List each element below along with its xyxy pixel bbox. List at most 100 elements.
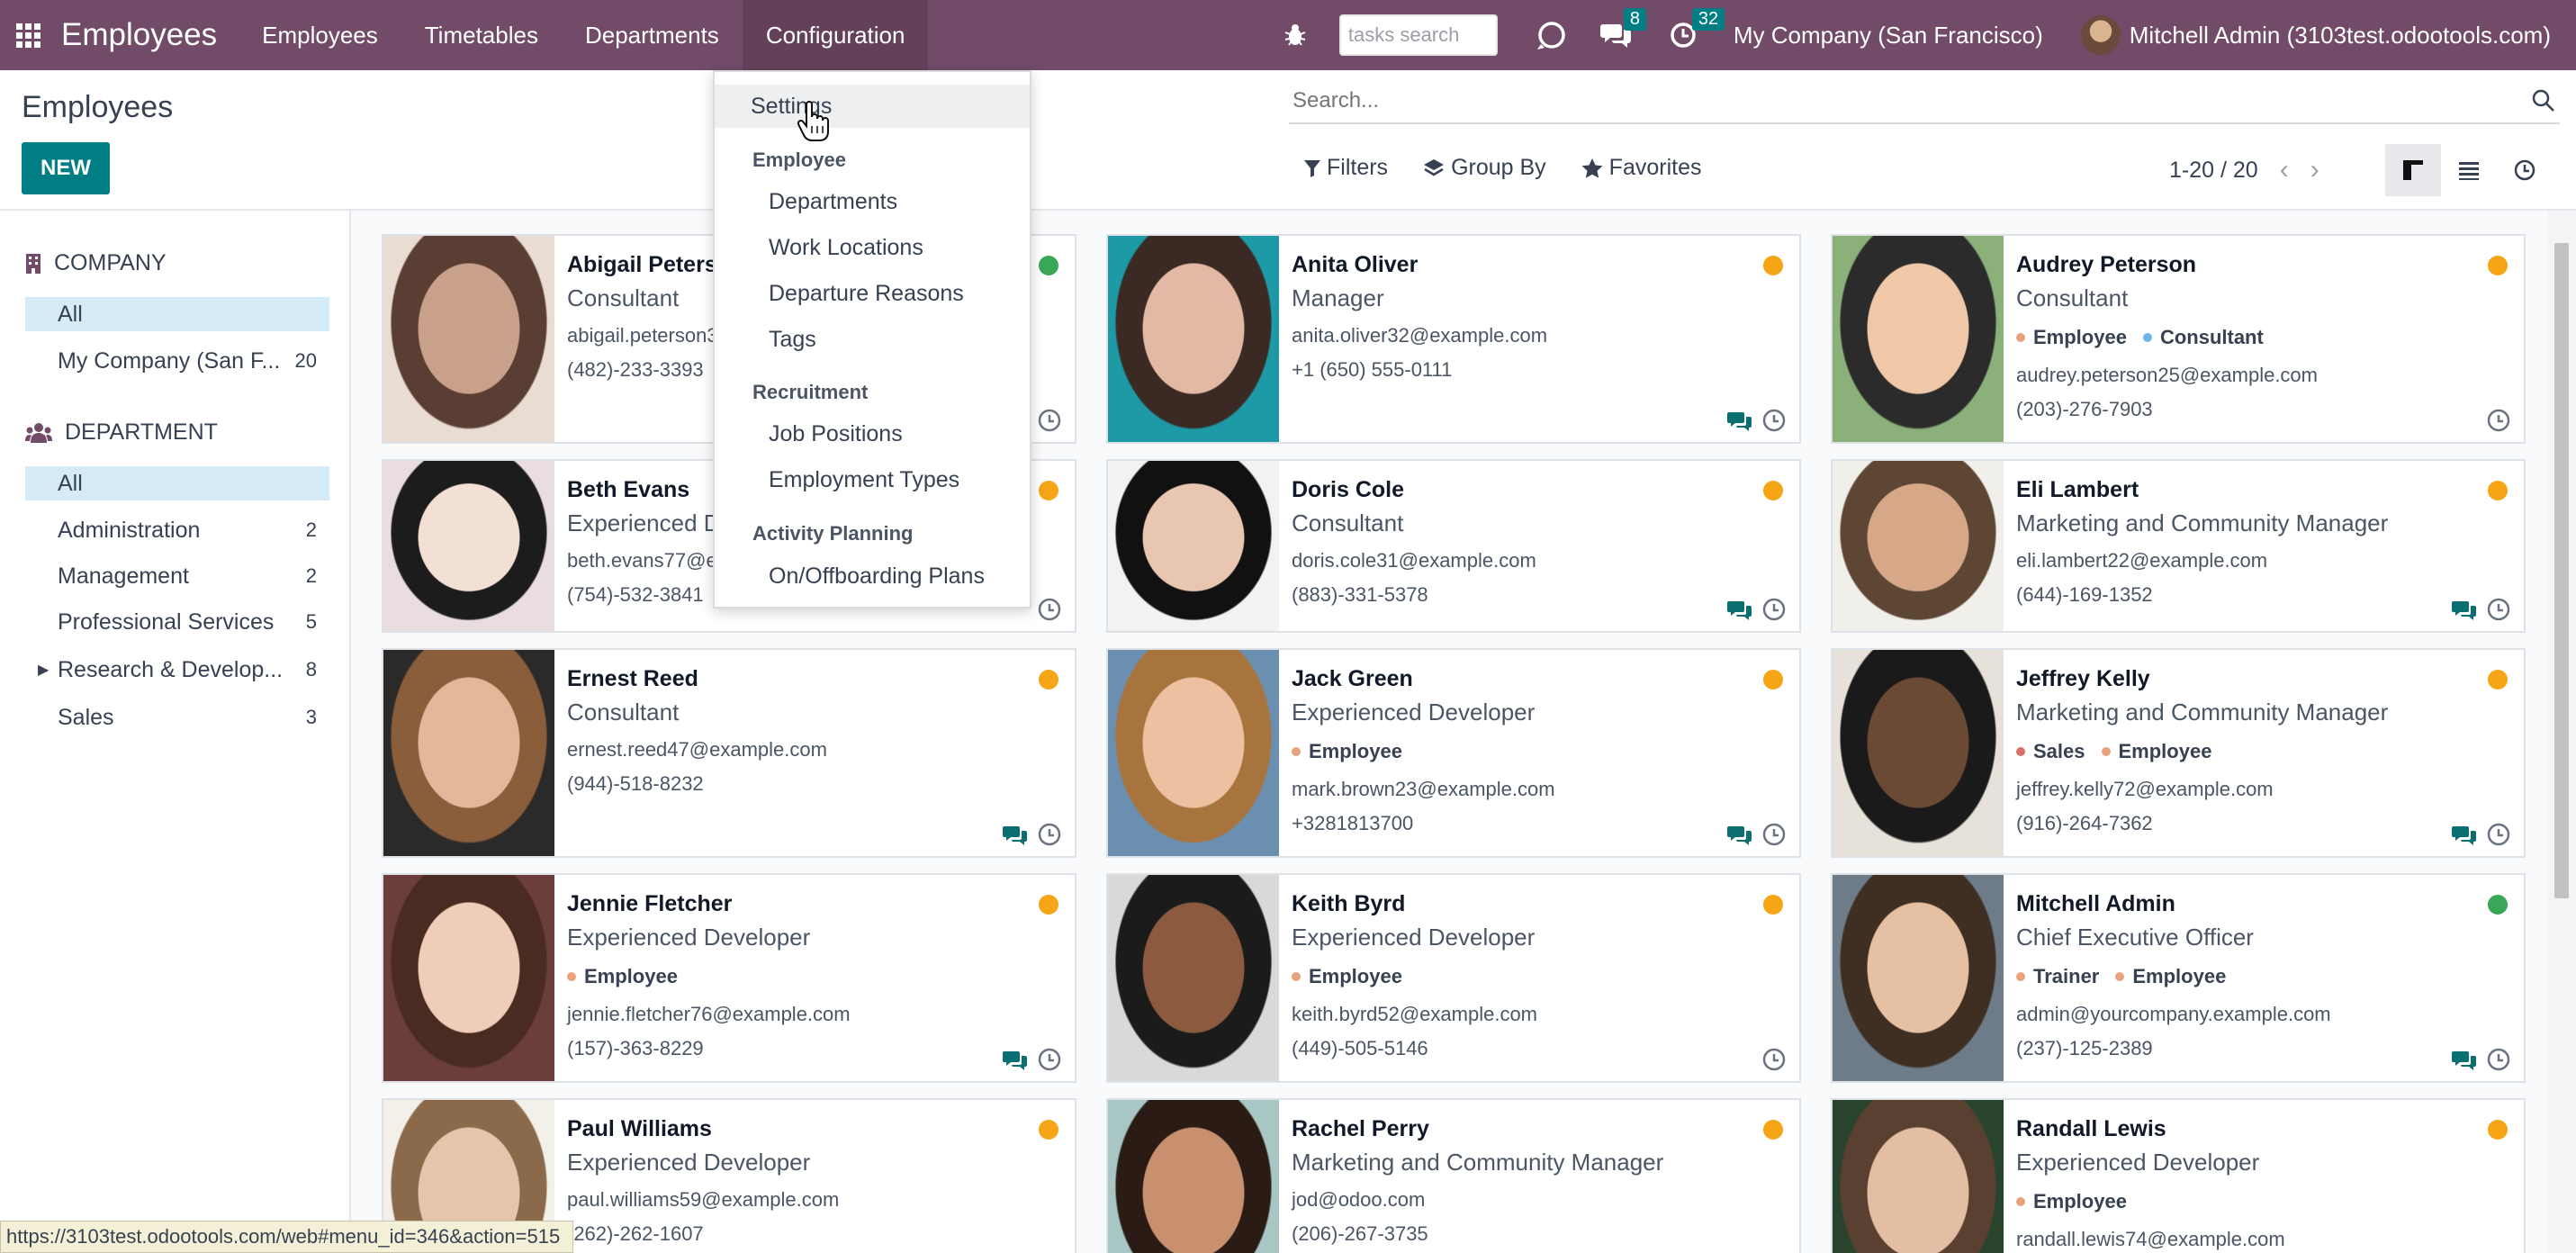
menu-item-job-positions[interactable]: Job Positions: [715, 412, 1030, 455]
presence-status-dot: [1039, 481, 1058, 500]
chat-icon[interactable]: [1003, 1049, 1028, 1072]
chat-icon[interactable]: [2452, 1049, 2477, 1072]
employee-card[interactable]: Mitchell Admin Chief Executive Officer Tra…: [1831, 873, 2526, 1083]
employee-card[interactable]: Jennie Fletcher Experienced Developer Empl…: [382, 873, 1076, 1083]
debug-bug-icon[interactable]: [1282, 22, 1309, 49]
employee-card[interactable]: Keith Byrd Experienced Developer Employee k…: [1106, 873, 1801, 1083]
scrollbar-thumb[interactable]: [2554, 243, 2569, 898]
chat-icon[interactable]: [1727, 824, 1752, 847]
employee-photo[interactable]: [383, 461, 554, 631]
department-filter-sales[interactable]: Sales 3: [25, 700, 329, 735]
employee-photo[interactable]: [383, 875, 554, 1081]
employee-photo[interactable]: [1833, 236, 2004, 442]
tasks-search-input[interactable]: tasks search: [1338, 14, 1498, 56]
employee-photo[interactable]: [1833, 650, 2004, 856]
department-filter-professional-services[interactable]: Professional Services 5: [25, 605, 329, 639]
new-button[interactable]: NEW: [22, 142, 110, 194]
employee-photo[interactable]: [1108, 650, 1279, 856]
employee-photo[interactable]: [1108, 461, 1279, 631]
kanban-view-button[interactable]: [2385, 144, 2441, 196]
activity-clock-icon[interactable]: [1761, 597, 1787, 622]
chat-icon[interactable]: [1727, 599, 1752, 622]
employee-card[interactable]: Doris Cole Consultant doris.cole31@example…: [1106, 459, 1801, 633]
employee-tag: Employee: [1292, 965, 1402, 988]
tag-label: Employee: [2033, 1190, 2127, 1212]
voip-sync-icon[interactable]: [1534, 17, 1570, 53]
menu-item-work-locations[interactable]: Work Locations: [715, 226, 1030, 269]
department-filter-research-development[interactable]: ▶ Research & Develop... 8: [25, 653, 329, 687]
activity-clock-icon[interactable]: [2486, 408, 2511, 433]
employee-photo[interactable]: [1833, 461, 2004, 631]
company-filter-my-company[interactable]: My Company (San F... 20: [25, 344, 329, 378]
user-menu[interactable]: Mitchell Admin (3103test.odootools.com): [2130, 22, 2551, 50]
company-filter-all[interactable]: All: [25, 297, 329, 331]
chat-icon[interactable]: [1727, 410, 1752, 433]
clock-icon: [2514, 159, 2535, 181]
apps-menu-icon[interactable]: [2, 0, 54, 70]
department-filter-all[interactable]: All: [25, 466, 329, 500]
group-by-button[interactable]: Group By: [1422, 155, 1546, 181]
department-filter-count: 5: [305, 610, 317, 633]
menu-item-tags[interactable]: Tags: [715, 318, 1030, 361]
app-brand[interactable]: Employees: [61, 17, 217, 53]
employee-card[interactable]: Audrey Peterson Consultant Employee Consult…: [1831, 234, 2526, 444]
search-input[interactable]: [1289, 88, 2531, 113]
menu-item-onoffboarding-plans[interactable]: On/Offboarding Plans: [715, 554, 1030, 598]
employee-photo[interactable]: [1108, 236, 1279, 442]
menu-departments[interactable]: Departments: [562, 0, 743, 70]
department-filter-count: 3: [305, 706, 317, 728]
search-icon[interactable]: [2531, 88, 2556, 113]
employee-photo[interactable]: [383, 236, 554, 442]
activity-clock-icon[interactable]: [2486, 597, 2511, 622]
menu-item-settings[interactable]: Settings: [715, 85, 1030, 128]
employee-card[interactable]: Jeffrey Kelly Marketing and Community Man…: [1831, 648, 2526, 858]
activity-clock-icon[interactable]: [1037, 822, 1062, 847]
list-view-button[interactable]: [2441, 144, 2497, 196]
employee-photo[interactable]: [1833, 875, 2004, 1081]
employee-photo[interactable]: [1108, 875, 1279, 1081]
employee-card[interactable]: Randall Lewis Experienced Developer Employ…: [1831, 1098, 2526, 1253]
menu-employees[interactable]: Employees: [239, 0, 401, 70]
employee-photo[interactable]: [1833, 1100, 2004, 1253]
pager-previous-icon[interactable]: ‹: [2280, 155, 2289, 185]
activities-button[interactable]: 32: [1669, 8, 1725, 50]
activity-clock-icon[interactable]: [1037, 408, 1062, 433]
company-switcher[interactable]: My Company (San Francisco): [1734, 22, 2043, 50]
employee-card[interactable]: Jack Green Experienced Developer Employee m…: [1106, 648, 1801, 858]
menu-item-departure-reasons[interactable]: Departure Reasons: [715, 272, 1030, 315]
menu-configuration[interactable]: Configuration: [742, 0, 929, 70]
chat-icon[interactable]: [2452, 599, 2477, 622]
pager-value[interactable]: 1-20 / 20: [2169, 158, 2258, 184]
activity-clock-icon[interactable]: [2486, 822, 2511, 847]
menu-item-departments[interactable]: Departments: [715, 180, 1030, 223]
activity-clock-icon[interactable]: [1037, 597, 1062, 622]
messages-button[interactable]: 8: [1599, 8, 1646, 50]
activity-clock-icon[interactable]: [2486, 1047, 2511, 1072]
filters-button[interactable]: Filters: [1303, 155, 1388, 181]
department-filter-management[interactable]: Management 2: [25, 559, 329, 593]
employee-phone: (482)-233-3393: [567, 358, 704, 381]
chat-icon[interactable]: [1003, 824, 1028, 847]
employee-card[interactable]: Rachel Perry Marketing and Community Mana…: [1106, 1098, 1801, 1253]
employee-photo[interactable]: [1108, 1100, 1279, 1253]
activity-clock-icon[interactable]: [1761, 408, 1787, 433]
activity-view-button[interactable]: [2497, 144, 2553, 196]
activity-clock-icon[interactable]: [1037, 1047, 1062, 1072]
menu-timetables[interactable]: Timetables: [401, 0, 562, 70]
department-filter-administration[interactable]: Administration 2: [25, 513, 329, 547]
activity-clock-icon[interactable]: [1761, 1047, 1787, 1072]
employee-card[interactable]: Ernest Reed Consultant ernest.reed47@examp…: [382, 648, 1076, 858]
favorites-button[interactable]: Favorites: [1581, 155, 1701, 181]
employee-card[interactable]: Anita Oliver Manager anita.oliver32@exampl…: [1106, 234, 1801, 444]
employee-name: Jeffrey Kelly: [2016, 666, 2150, 691]
expand-caret-icon[interactable]: ▶: [38, 661, 49, 679]
pager-next-icon[interactable]: ›: [2310, 155, 2319, 185]
presence-status-dot: [1039, 670, 1058, 690]
user-avatar[interactable]: [2080, 15, 2121, 55]
presence-status-dot: [2488, 256, 2508, 275]
employee-card[interactable]: Eli Lambert Marketing and Community Manag…: [1831, 459, 2526, 633]
chat-icon[interactable]: [2452, 824, 2477, 847]
activity-clock-icon[interactable]: [1761, 822, 1787, 847]
employee-photo[interactable]: [383, 650, 554, 856]
menu-item-employment-types[interactable]: Employment Types: [715, 458, 1030, 501]
